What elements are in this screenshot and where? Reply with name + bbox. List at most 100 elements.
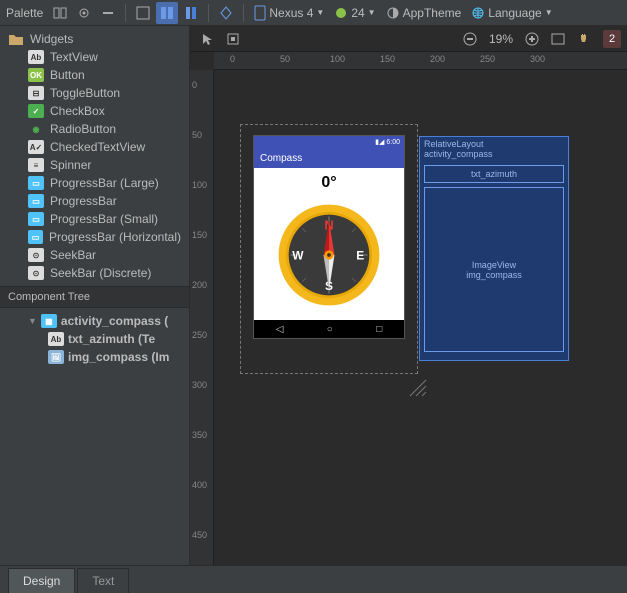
android-icon xyxy=(334,6,348,20)
bottom-tabs: Design Text xyxy=(0,565,627,593)
widget-label: SeekBar (Discrete) xyxy=(50,266,151,280)
widget-label: Spinner xyxy=(50,158,91,172)
imageview-icon: 🖼 xyxy=(48,350,64,364)
warning-badge[interactable]: 2 xyxy=(603,30,621,48)
blueprint-preview[interactable]: RelativeLayout activity_compass txt_azim… xyxy=(419,136,569,361)
palette-item[interactable]: A✓ CheckedTextView xyxy=(0,138,189,156)
component-tree-header: Component Tree xyxy=(0,286,189,308)
widget-icon: Ab xyxy=(28,50,44,64)
blueprint-root-label: RelativeLayout activity_compass xyxy=(420,137,568,161)
palette-item[interactable]: ⊟ToggleButton xyxy=(0,84,189,102)
widget-icon: ≡ xyxy=(28,158,44,172)
palette-view-icon[interactable] xyxy=(49,2,71,24)
design-surface: 19% 2 050100150200250300 050100150200250… xyxy=(190,26,627,565)
palette-item[interactable]: OK Button xyxy=(0,66,189,84)
widget-icon: ✓ xyxy=(28,104,44,118)
theme-editor-icon[interactable] xyxy=(215,2,237,24)
palette-item[interactable]: Ab TextView xyxy=(0,48,189,66)
palette-item[interactable]: ▭ ProgressBar (Small) xyxy=(0,210,189,228)
widget-label: ProgressBar (Large) xyxy=(50,176,159,190)
status-time: 6:00 xyxy=(386,139,400,146)
blueprint-txt[interactable]: txt_azimuth xyxy=(424,165,564,183)
palette-item[interactable]: ✓ CheckBox xyxy=(0,102,189,120)
palette-item[interactable]: ≡ Spinner xyxy=(0,156,189,174)
phone-icon xyxy=(254,5,266,21)
chevron-down-icon: ▼ xyxy=(545,8,553,17)
ruler-vertical: 050100150200250300350400450 xyxy=(190,70,214,565)
tab-text[interactable]: Text xyxy=(77,568,129,593)
palette-item[interactable]: ▭ ProgressBar (Horizontal) xyxy=(0,228,189,246)
widget-icon: A✓ xyxy=(28,140,44,154)
palette-item[interactable]: ▭ ProgressBar xyxy=(0,192,189,210)
resize-handle-icon[interactable] xyxy=(408,378,428,398)
widget-label: RadioButton xyxy=(50,122,116,136)
chevron-down-icon: ▼ xyxy=(316,8,324,17)
svg-text:E: E xyxy=(356,249,364,263)
orientation-icon[interactable] xyxy=(180,2,202,24)
nav-back-icon: ◁ xyxy=(276,324,284,335)
minimize-icon[interactable] xyxy=(97,2,119,24)
widget-label: CheckBox xyxy=(50,104,105,118)
folder-icon xyxy=(8,32,24,46)
widget-label: TextView xyxy=(50,50,98,64)
widget-label: ProgressBar (Horizontal) xyxy=(49,230,181,244)
design-surface-icon[interactable] xyxy=(132,2,154,24)
canvas[interactable]: ▮◢ 6:00 Compass 0° xyxy=(214,70,627,565)
widget-icon: ◉ xyxy=(28,122,44,136)
widget-icon: ▭ xyxy=(28,230,43,244)
palette-list: Widgets AbTextViewOKButton⊟ToggleButton✓… xyxy=(0,26,189,286)
language-selector[interactable]: Language ▼ xyxy=(467,2,556,24)
tab-design[interactable]: Design xyxy=(8,568,75,593)
pan-icon[interactable] xyxy=(222,28,244,50)
nav-recent-icon: □ xyxy=(376,324,382,335)
tree-item-img[interactable]: 🖼 img_compass (Im xyxy=(0,348,189,366)
pan-hand-icon[interactable] xyxy=(573,28,595,50)
gear-icon[interactable] xyxy=(73,2,95,24)
widget-icon: OK xyxy=(28,68,44,82)
status-bar: ▮◢ 6:00 xyxy=(254,136,404,148)
theme-selector[interactable]: AppTheme xyxy=(382,2,466,24)
widget-icon: ▭ xyxy=(28,194,44,208)
azimuth-text: 0° xyxy=(321,174,336,192)
palette-item[interactable]: ⊙ SeekBar xyxy=(0,246,189,264)
layout-icon: ▦ xyxy=(41,314,57,328)
palette-item[interactable]: ⊙ SeekBar (Discrete) xyxy=(0,264,189,282)
zoom-out-icon[interactable] xyxy=(459,28,481,50)
tree-item-txt[interactable]: Ab txt_azimuth (Te xyxy=(0,330,189,348)
zoom-in-icon[interactable] xyxy=(521,28,543,50)
palette-item[interactable]: ◉ RadioButton xyxy=(0,120,189,138)
api-selector[interactable]: 24 ▼ xyxy=(330,2,379,24)
compass-image: N E S W xyxy=(274,200,384,310)
palette-title: Palette xyxy=(6,6,43,20)
expand-icon: ▼ xyxy=(28,316,37,326)
component-tree: ▼ ▦ activity_compass ( Ab txt_azimuth (T… xyxy=(0,308,189,370)
widget-label: SeekBar xyxy=(50,248,96,262)
signal-icon: ▮◢ xyxy=(375,138,384,146)
device-selector[interactable]: Nexus 4 ▼ xyxy=(250,2,328,24)
nav-bar: ◁ ○ □ xyxy=(254,320,404,338)
widget-label: ProgressBar xyxy=(50,194,117,208)
zoom-fit-icon[interactable] xyxy=(547,28,569,50)
device-preview[interactable]: ▮◢ 6:00 Compass 0° xyxy=(254,136,404,338)
palette-toolbar: Palette Nexus 4 ▼ 24 ▼ AppTheme Language… xyxy=(0,0,627,26)
app-bar: Compass xyxy=(254,148,404,168)
globe-icon xyxy=(471,6,485,20)
preview-content: 0° N E xyxy=(254,168,404,320)
widget-icon: ▭ xyxy=(28,176,44,190)
blueprint-img[interactable]: ImageView img_compass xyxy=(424,187,564,352)
widget-label: Button xyxy=(50,68,85,82)
blueprint-toggle-icon[interactable] xyxy=(156,2,178,24)
tree-root[interactable]: ▼ ▦ activity_compass ( xyxy=(0,312,189,330)
widget-icon: ▭ xyxy=(28,212,44,226)
palette-folder-widgets[interactable]: Widgets xyxy=(0,30,189,48)
widget-label: ProgressBar (Small) xyxy=(50,212,158,226)
ruler-horizontal: 050100150200250300 xyxy=(214,52,627,70)
widget-label: CheckedTextView xyxy=(50,140,145,154)
palette-item[interactable]: ▭ ProgressBar (Large) xyxy=(0,174,189,192)
widget-icon: ⊙ xyxy=(28,248,44,262)
left-pane: Widgets AbTextViewOKButton⊟ToggleButton✓… xyxy=(0,26,190,565)
widget-icon: ⊟ xyxy=(28,86,44,100)
nav-home-icon: ○ xyxy=(327,324,333,335)
select-icon[interactable] xyxy=(196,28,218,50)
widget-icon: ⊙ xyxy=(28,266,44,280)
